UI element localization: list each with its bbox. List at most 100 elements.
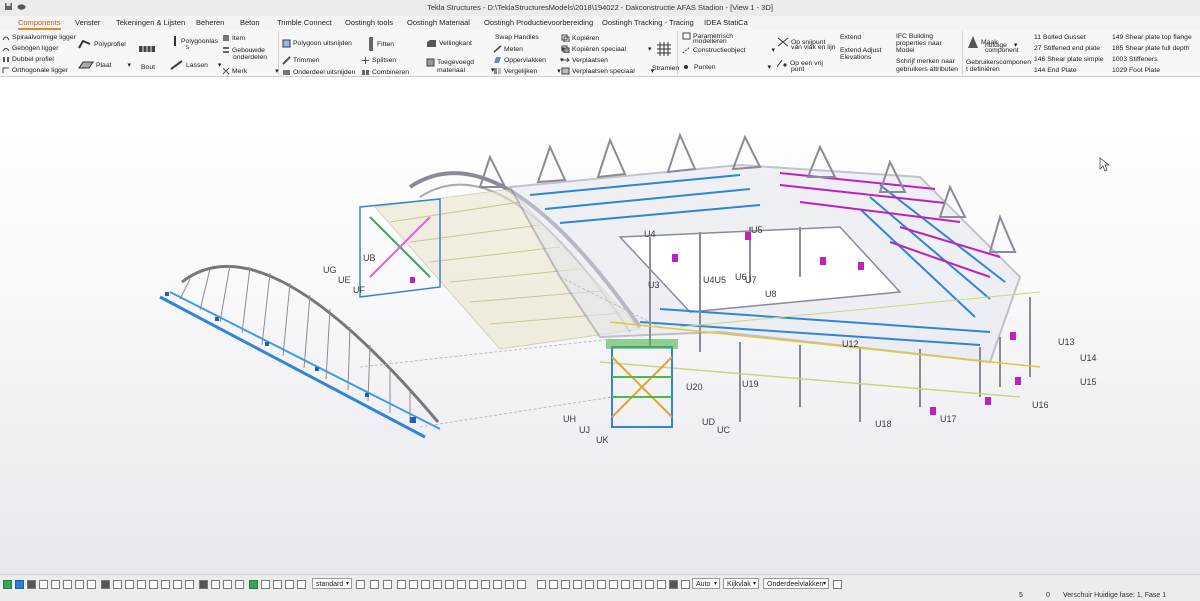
- gebogen-ligger-button[interactable]: Gebogen ligger: [2, 45, 58, 52]
- snap-tool-icon[interactable]: [3, 580, 12, 589]
- gebouwde-onderdelen-button[interactable]: Gebouwde: [222, 46, 265, 54]
- tab-oostingh-productievoorbereiding[interactable]: Oostingh Productievoorbereiding: [484, 18, 593, 27]
- combineren-button[interactable]: Combineren: [361, 68, 409, 77]
- toggle-tool-icon[interactable]: [505, 580, 514, 589]
- toggle-tool-icon[interactable]: [149, 580, 158, 589]
- meten-button[interactable]: Meten ▾: [493, 45, 564, 53]
- bolt-group-icon-button[interactable]: [138, 43, 156, 55]
- lassen-button[interactable]: Lassen ▾: [170, 60, 221, 70]
- schrijf-merken-button[interactable]: Schrijf merken naar: [896, 58, 955, 65]
- toggle-tool-icon[interactable]: [39, 580, 48, 589]
- tab-venster[interactable]: Venster: [75, 18, 100, 27]
- bout-button[interactable]: Bout: [141, 64, 155, 71]
- toggle-tool-icon[interactable]: [633, 580, 642, 589]
- polyprofiel-button[interactable]: Polyprofiel: [78, 38, 126, 50]
- gebruikerscomponent-definieren-button[interactable]: Gebruikerscomponen: [966, 59, 1031, 66]
- orthogonale-ligger-button[interactable]: Orthogonale ligger: [2, 67, 68, 74]
- oppervlakken-button[interactable]: Oppervlakken ▾: [493, 56, 563, 64]
- spiraal-ligger-button[interactable]: Spiraalvormige ligger: [2, 34, 76, 41]
- select-tool-icon[interactable]: [15, 580, 24, 589]
- tab-oostingh-tools[interactable]: Oostingh tools: [345, 18, 393, 27]
- model-view-3d[interactable]: U4 U5 U4U5 U6 U7 U3 U8 UG UE UF UB U12 U…: [0, 77, 1200, 574]
- tab-trimble-connect[interactable]: Trimble Connect: [277, 18, 332, 27]
- vellingkant-button[interactable]: Vellingkant: [426, 39, 472, 48]
- extend-button[interactable]: Extend: [840, 34, 861, 41]
- toggle-tool-icon[interactable]: [597, 580, 606, 589]
- tab-tekeningen-lijsten[interactable]: Tekeningen & Lijsten: [116, 18, 185, 27]
- toggle-tool-icon[interactable]: [457, 580, 466, 589]
- toggle-tool-icon[interactable]: [433, 580, 442, 589]
- toggle-tool-icon[interactable]: [113, 580, 122, 589]
- toggle-tool-icon[interactable]: [185, 580, 194, 589]
- constructieobject-button[interactable]: Constructieobject ▾: [682, 46, 775, 54]
- toggle-tool-icon[interactable]: [223, 580, 232, 589]
- toggle-tool-icon[interactable]: [573, 580, 582, 589]
- verplaatsen-button[interactable]: Verplaatsen: [561, 56, 608, 64]
- toggle-tool-icon[interactable]: [469, 580, 478, 589]
- toggle-tool-icon[interactable]: [75, 580, 84, 589]
- onderdeel-uitsnijden-button[interactable]: Onderdeel uitsnijden: [282, 68, 355, 77]
- toggle-tool-icon[interactable]: [137, 580, 146, 589]
- trimmen-button[interactable]: Trimmen: [282, 56, 320, 65]
- splitsen-button[interactable]: Splitsen: [361, 56, 396, 65]
- tab-beton[interactable]: Beton: [240, 18, 260, 27]
- tab-beheren[interactable]: Beheren: [196, 18, 224, 27]
- punten-button[interactable]: Punten ▾: [684, 63, 771, 71]
- fitten-button[interactable]: Fitten: [367, 36, 394, 52]
- standard-select[interactable]: standard ▾: [312, 578, 352, 589]
- steel-structure-model[interactable]: U4 U5 U4U5 U6 U7 U3 U8 UG UE UF UB U12 U…: [0, 77, 1200, 574]
- toggle-tool-icon[interactable]: [125, 580, 134, 589]
- toggle-tool-icon[interactable]: [211, 580, 220, 589]
- dubbel-profiel-button[interactable]: Dubbel profiel: [2, 56, 54, 63]
- toggle-tool-icon[interactable]: [645, 580, 654, 589]
- toggle-tool-icon[interactable]: [87, 580, 96, 589]
- polygoon-uitsnijden-button[interactable]: Polygoon uitsnijden: [282, 39, 352, 48]
- polygoonlas-button[interactable]: Polygoonlas: [171, 35, 218, 47]
- toggle-tool-icon[interactable]: [585, 580, 594, 589]
- toggle-tool-icon[interactable]: [657, 580, 666, 589]
- toggle-tool-icon[interactable]: [249, 580, 258, 589]
- toggle-tool-icon[interactable]: [261, 580, 270, 589]
- tab-components[interactable]: Components: [18, 18, 61, 30]
- component-149-shear-plate-top-flange[interactable]: 149 Shear plate top flange: [1112, 34, 1192, 41]
- component-144-end-plate[interactable]: 144 End Plate: [1034, 67, 1077, 74]
- tab-idea-statica[interactable]: IDEA StatiCa: [704, 18, 748, 27]
- toggle-tool-icon[interactable]: [370, 580, 379, 589]
- tab-oostingh-materiaal[interactable]: Oostingh Materiaal: [407, 18, 470, 27]
- kijkvlak-select[interactable]: Kijkvlak ▾: [723, 578, 759, 589]
- toggle-tool-icon[interactable]: [356, 580, 365, 589]
- toggle-tool-icon[interactable]: [297, 580, 306, 589]
- extend-adjust-elevations-button[interactable]: Extend Adjust: [840, 47, 882, 54]
- component-1029-foot-plate[interactable]: 1029 Foot Plate: [1112, 67, 1160, 74]
- plaat-button[interactable]: Plaat ▾: [78, 60, 131, 70]
- toggle-tool-icon[interactable]: [561, 580, 570, 589]
- toggle-tool-icon[interactable]: [549, 580, 558, 589]
- stramien-icon-button[interactable]: [656, 41, 672, 57]
- toggle-tool-icon[interactable]: [383, 580, 392, 589]
- toggle-tool-icon[interactable]: [669, 580, 678, 589]
- merk-button[interactable]: Merk ▾: [222, 67, 279, 75]
- toggle-tool-icon[interactable]: [609, 580, 618, 589]
- toggle-tool-icon[interactable]: [421, 580, 430, 589]
- component-1003-stiffeners[interactable]: 1003 Stiffeners: [1112, 56, 1158, 63]
- kopieren-speciaal-button[interactable]: Kopiëren speciaal ▾: [561, 45, 651, 53]
- auto-select[interactable]: Auto ▾: [692, 578, 720, 589]
- toggle-tool-icon[interactable]: [63, 580, 72, 589]
- stramien-button[interactable]: Stramien: [652, 65, 679, 72]
- component-27-stiffened-end-plate[interactable]: 27 Stiffened end plate: [1034, 45, 1100, 52]
- ifc-building-properties-button[interactable]: IFC Building: [896, 33, 933, 40]
- toggle-tool-icon[interactable]: [161, 580, 170, 589]
- tab-oostingh-tracking-tracing[interactable]: Oostingh Tracking - Tracing: [602, 18, 694, 27]
- toggle-tool-icon[interactable]: [285, 580, 294, 589]
- toggle-tool-icon[interactable]: [681, 580, 690, 589]
- kopieren-button[interactable]: Kopiëren: [561, 34, 599, 42]
- toggle-tool-icon[interactable]: [51, 580, 60, 589]
- toggle-tool-icon[interactable]: [173, 580, 182, 589]
- toggle-tool-icon[interactable]: [27, 580, 36, 589]
- component-185-shear-plate-full-depth[interactable]: 185 Shear plate full depth: [1112, 45, 1189, 52]
- verplaatsen-speciaal-button[interactable]: Verplaatsen speciaal ▾: [561, 67, 654, 75]
- toggle-tool-icon[interactable]: [517, 580, 526, 589]
- toggle-tool-icon[interactable]: [199, 580, 208, 589]
- vergelijken-button[interactable]: Vergelijken ▾: [493, 67, 561, 75]
- swap-handles-button[interactable]: Swap Handles: [495, 34, 539, 41]
